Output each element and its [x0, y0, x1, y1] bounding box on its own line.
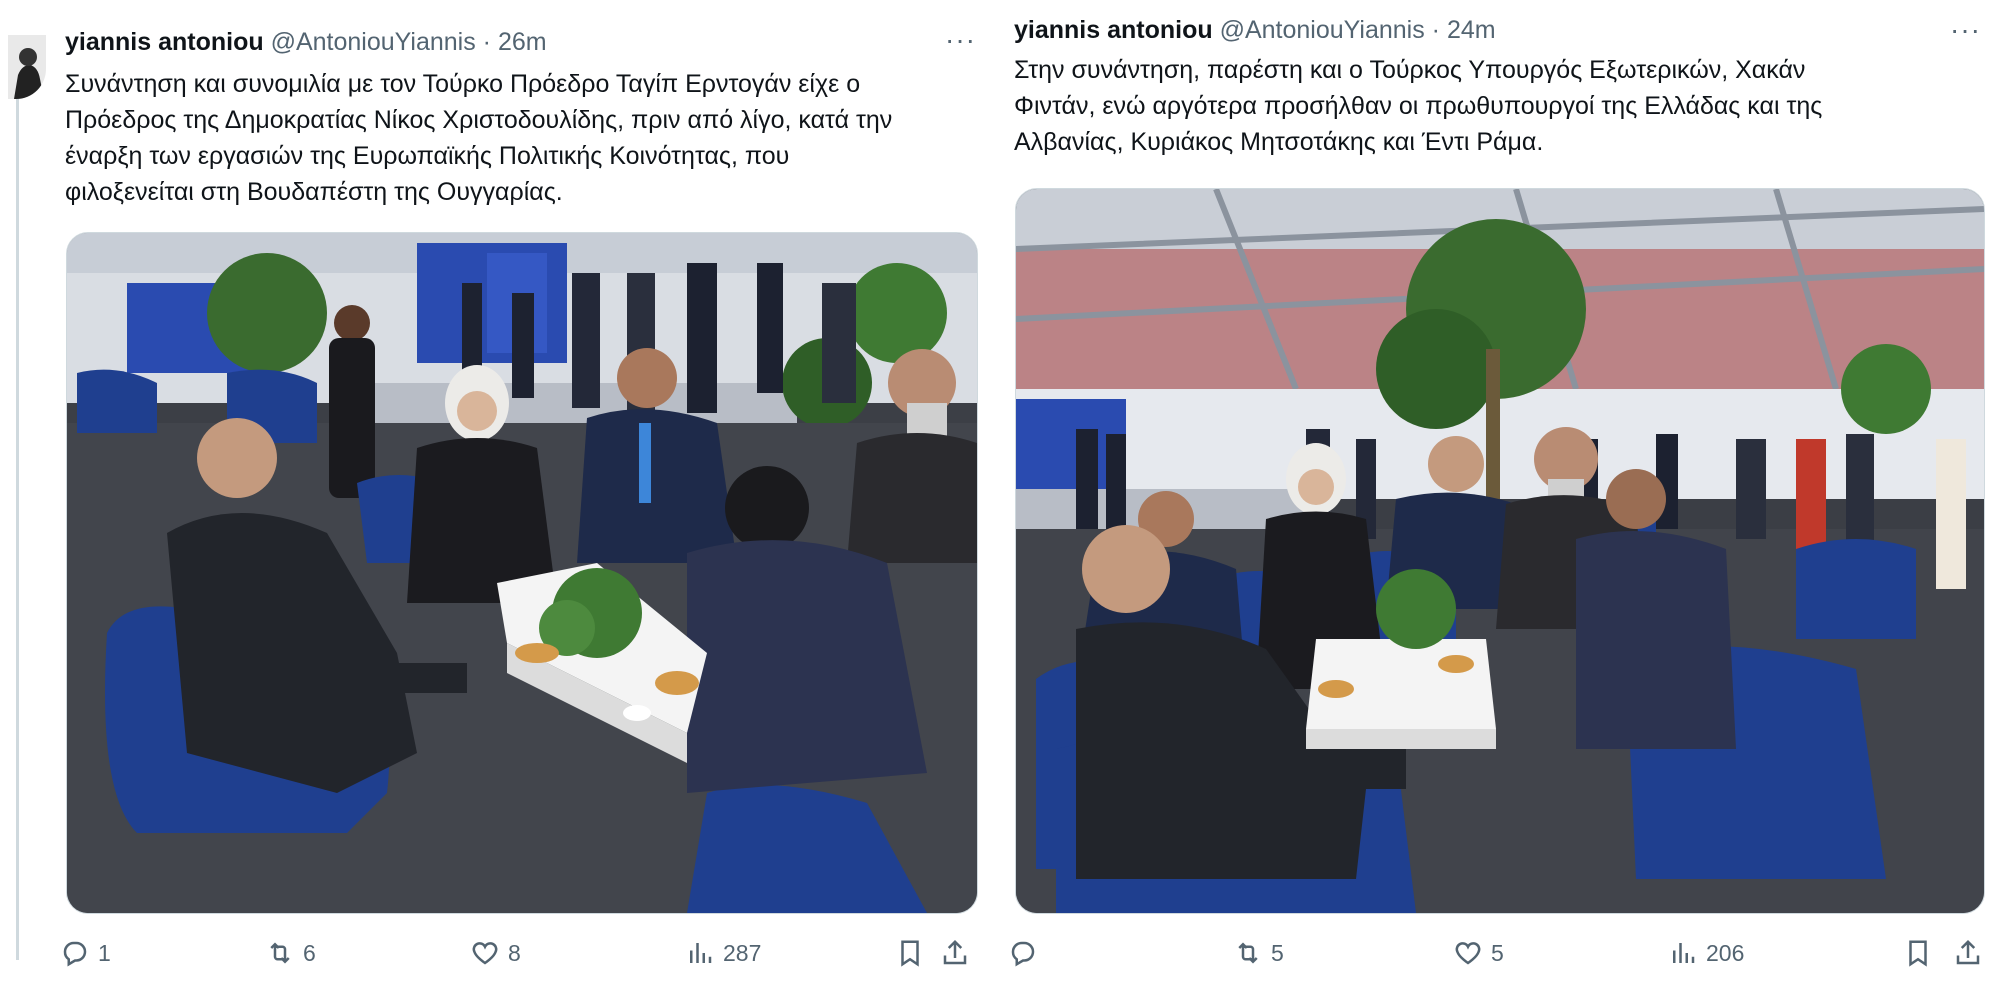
tweet-text-line: Φιντάν, ενώ αργότερα προσήλθαν οι πρωθυπ…: [1014, 92, 1823, 120]
retweet-button[interactable]: 5: [1233, 938, 1284, 968]
like-button[interactable]: 8: [470, 938, 521, 968]
like-button[interactable]: 5: [1453, 938, 1504, 968]
timestamp[interactable]: 24m: [1447, 16, 1496, 44]
views-count: 287: [723, 939, 762, 966]
thread-line: [16, 90, 19, 960]
author-name[interactable]: yiannis antoniou: [65, 28, 264, 56]
author-handle[interactable]: @AntoniouYiannis: [1220, 16, 1425, 44]
author-handle[interactable]: @AntoniouYiannis: [271, 28, 476, 56]
retweet-icon: [270, 942, 290, 964]
tweet-left[interactable]: yiannis antoniou @AntoniouYiannis · 26m …: [0, 0, 985, 1000]
like-icon: [472, 942, 498, 965]
share-button[interactable]: [1953, 938, 1983, 968]
views-icon: [1673, 943, 1695, 963]
views-count: 206: [1706, 939, 1745, 966]
more-icon[interactable]: ···: [1950, 14, 1981, 46]
tweet-right[interactable]: yiannis antoniou @AntoniouYiannis · 24m …: [1000, 0, 2000, 1000]
tweet-text: Συνάντηση και συνομιλία με τον Τούρκο Πρ…: [65, 66, 965, 210]
bookmark-button[interactable]: [1903, 938, 1933, 968]
views-button[interactable]: 287: [685, 938, 761, 968]
views-button[interactable]: 206: [1668, 938, 1744, 968]
reply-button[interactable]: [1008, 938, 1046, 968]
retweet-icon: [1238, 942, 1258, 964]
tweet-text-line: Στην συνάντηση, παρέστη και ο Τούρκος Υπ…: [1014, 56, 1806, 84]
tweet-text-line: φιλοξενείται στη Βουδαπέστη της Ουγγαρία…: [65, 178, 563, 206]
retweet-count: 6: [303, 939, 316, 966]
tweet-photo[interactable]: [1015, 188, 1985, 914]
tweet-header: yiannis antoniou @AntoniouYiannis · 26m: [65, 28, 547, 57]
reply-button[interactable]: 1: [60, 938, 111, 968]
bookmark-icon: [901, 940, 919, 967]
separator: ·: [482, 28, 491, 56]
tweet-actions: 1 6 8 287: [60, 938, 980, 974]
reply-icon: [63, 941, 87, 967]
like-count: 5: [1491, 939, 1504, 966]
tweet-actions: 5 5 206: [1008, 938, 1993, 974]
avatar[interactable]: [8, 35, 46, 99]
share-icon: [943, 939, 967, 965]
retweet-count: 5: [1271, 939, 1284, 966]
separator: ·: [1431, 16, 1440, 44]
timestamp[interactable]: 26m: [498, 28, 547, 56]
views-icon: [690, 943, 712, 963]
like-count: 8: [508, 939, 521, 966]
bookmark-icon: [1909, 940, 1927, 967]
share-button[interactable]: [940, 938, 970, 968]
reply-icon: [1011, 941, 1035, 967]
tweet-text-line: Πρόεδρος της Δημοκρατίας Νίκος Χριστοδου…: [65, 106, 893, 134]
tweet-header: yiannis antoniou @AntoniouYiannis · 24m: [1014, 16, 1496, 45]
tweet-text-line: Αλβανίας, Κυριάκος Μητσοτάκης και Έντι Ρ…: [1014, 128, 1544, 156]
share-icon: [1956, 939, 1980, 965]
retweet-button[interactable]: 6: [265, 938, 316, 968]
reply-count: 1: [98, 939, 111, 966]
author-name[interactable]: yiannis antoniou: [1014, 16, 1213, 44]
bookmark-button[interactable]: [895, 938, 925, 968]
tweet-text-line: έναρξη των εργασιών της Ευρωπαϊκής Πολιτ…: [65, 142, 790, 170]
tweet-photo[interactable]: [66, 232, 978, 914]
tweet-text-line: Συνάντηση και συνομιλία με τον Τούρκο Πρ…: [65, 70, 861, 98]
more-icon[interactable]: ···: [945, 24, 976, 56]
tweet-text: Στην συνάντηση, παρέστη και ο Τούρκος Υπ…: [1014, 52, 1974, 160]
like-icon: [1455, 942, 1481, 965]
